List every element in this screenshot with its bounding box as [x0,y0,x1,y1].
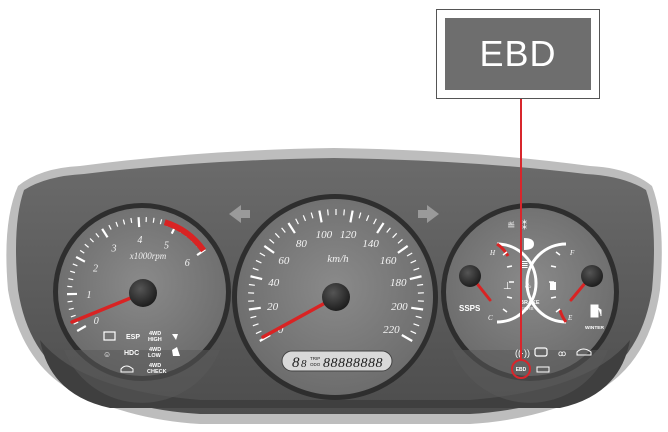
major-tick [139,217,140,227]
minor-tick [328,209,329,215]
tach-number-1: 1 [87,290,92,301]
odometer-digits: 88888888 [323,356,383,371]
speed-number-140: 140 [362,238,379,250]
hdc-indicator: HDC [124,350,139,357]
ebd-indicator: EBD [516,367,527,373]
esp-indicator: ESP [126,334,140,341]
ebd-callout-box: EBD [436,9,600,99]
tach-number-4: 4 [137,235,142,246]
brake-sub-label: ECHS [521,306,534,311]
trip-label: TRIP [310,356,320,361]
odometer-prefix-digit: 8 [292,355,300,371]
speed-number-80: 80 [296,238,308,250]
awd-high-indicator-bottom: HIGH [148,337,162,343]
winter-indicator: WINTER [585,325,604,331]
speed-number-220: 220 [383,324,400,336]
speedometer-unit-label: km/h [327,253,349,265]
awd-check-indicator-bottom: CHECK [147,369,167,375]
tachometer-hub [129,279,157,307]
tach-number-3: 3 [110,243,116,254]
speed-number-40: 40 [268,277,280,289]
minor-tick [249,284,255,285]
oil-pressure-icon: ♨ [524,280,532,290]
glow-plug-icon: ꝏ [558,349,566,358]
speed-number-200: 200 [391,301,408,313]
temp-fuel-gauge: H C ⊥ F E ≝ ⁑ ≣ ♨ BRAK [441,203,619,403]
abs-warning-icon: ((·)) [515,348,530,358]
tach-number-6: 6 [185,258,190,269]
fuel-empty-label: E [567,314,573,322]
speed-number-160: 160 [380,255,397,267]
awd-low-indicator-bottom: LOW [148,353,162,359]
fuel-pump-small-icon [550,282,556,290]
fuel-full-label: F [569,249,575,257]
coolant-warning-icon: ≝ [507,221,515,232]
speed-number-60: 60 [278,255,290,267]
temperature-hub [459,265,481,287]
ebd-callout-label: EBD [445,18,591,90]
odometer-trip-digit: 8 [301,358,307,370]
odo-label: ODO [310,362,321,367]
headlamp-icon: ≣ [521,260,529,270]
tach-number-2: 2 [93,263,98,274]
tachometer: 0 1 2 3 4 5 6 x1000rpm [53,203,231,403]
tach-number-0: 0 [94,316,99,327]
minor-tick [417,284,423,285]
speed-number-20: 20 [267,301,279,313]
speedometer-hub [322,283,350,311]
temperature-low-label: C [488,314,493,322]
ssps-indicator: SSPS [459,304,481,313]
tachometer-unit-label: x1000rpm [129,251,167,261]
coolant-temp-icon: ⊥ [503,281,512,292]
minor-tick [153,218,154,223]
speedometer: 020406080100120140160180200220 km/h 8 8 … [232,194,438,400]
minor-tick [68,301,73,302]
speed-number-100: 100 [316,229,333,241]
minor-tick [131,218,132,223]
minor-tick [344,209,345,215]
airbag-icon: ☺ [103,350,111,359]
temperature-high-label: H [489,249,496,257]
speed-number-120: 120 [340,229,357,241]
speed-number-180: 180 [390,277,407,289]
fog-light-icon: ⁑ [522,220,527,232]
dashboard-diagram: 0123456 x1000rpm ESP 4WD HIGH ☺ HDC 4WD … [0,0,668,427]
fuel-hub [581,265,603,287]
tach-number-5: 5 [164,240,169,251]
